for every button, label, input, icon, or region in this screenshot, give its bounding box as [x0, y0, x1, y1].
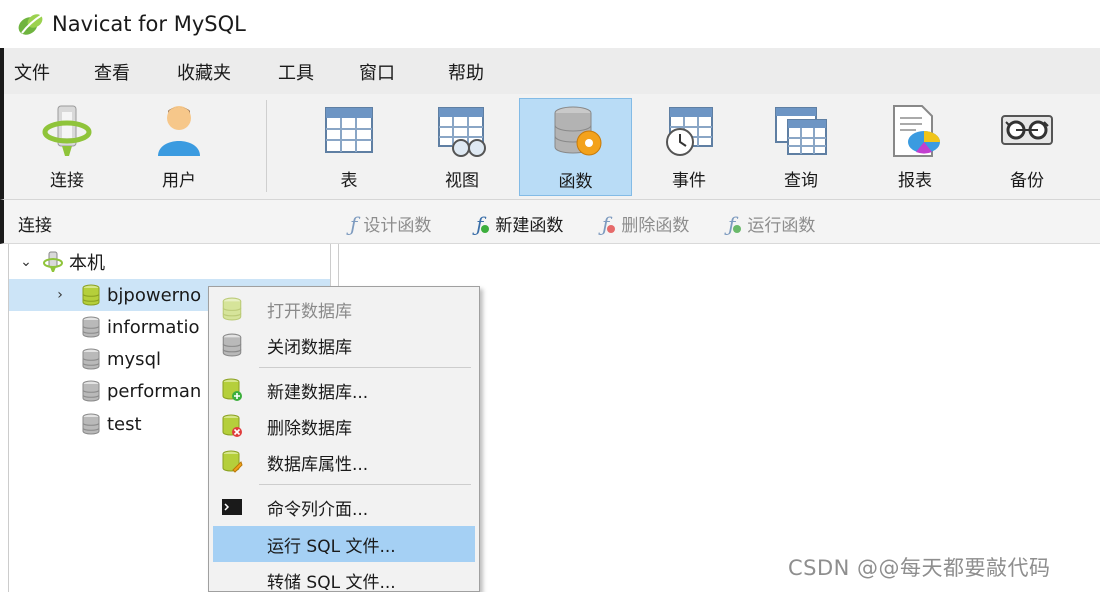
database-name: bjpowerno	[107, 284, 202, 306]
database-close-icon	[222, 333, 242, 357]
database-open-icon	[82, 284, 100, 306]
toolbar-event-label: 事件	[672, 171, 706, 191]
toolbar-table-button[interactable]: 表	[294, 98, 404, 196]
database-closed-icon	[82, 348, 100, 370]
csdn-watermark: CSDN @@每天都要敲代码	[788, 556, 1051, 580]
menu-item-delete-database[interactable]: 删除数据库	[213, 408, 475, 444]
toolbar-user-button[interactable]: 用户	[124, 98, 234, 196]
delete-badge-icon	[607, 224, 616, 233]
menu-item-label: 关闭数据库	[267, 337, 352, 358]
menu-item-command-line[interactable]: 命令列介面...	[213, 489, 475, 525]
toolbar-table-label: 表	[340, 171, 358, 191]
toolbar-user-label: 用户	[162, 171, 196, 191]
event-icon	[666, 107, 713, 156]
menu-item-label: 删除数据库	[267, 418, 352, 439]
navicat-logo-icon	[18, 14, 43, 35]
delete-function-button[interactable]: ƒ 删除函数	[602, 211, 690, 237]
object-toolbar: 连接 ƒ 设计函数 ƒ 新建函数 ƒ 删除函数 ƒ 运行函数	[0, 200, 1100, 244]
menu-bar: 文件 查看 收藏夹 工具 窗口 帮助	[0, 48, 1100, 94]
database-name: informatio	[107, 316, 200, 338]
database-closed-icon	[82, 380, 100, 402]
function-icon	[554, 106, 601, 156]
menu-item-close-database[interactable]: 关闭数据库	[213, 327, 475, 363]
new-function-label: 新建函数	[495, 216, 564, 236]
tree-root-label: 本机	[69, 253, 105, 274]
toolbar-view-label: 视图	[445, 171, 479, 191]
function-design-icon: ƒ	[350, 211, 358, 236]
run-function-button[interactable]: ƒ 运行函数	[728, 211, 816, 237]
table-icon	[325, 107, 373, 153]
toolbar-backup-button[interactable]: 备份	[972, 98, 1082, 196]
collapse-chevron-icon[interactable]: ›	[53, 287, 67, 303]
toolbar-event-button[interactable]: 事件	[634, 98, 744, 196]
database-name: performan	[107, 380, 202, 402]
menu-separator	[259, 484, 471, 485]
menu-view[interactable]: 查看	[94, 59, 130, 85]
connection-icon	[42, 105, 92, 156]
toolbar-connection-button[interactable]: 连接	[12, 98, 122, 196]
user-icon	[158, 106, 200, 156]
toolbar-connection-label: 连接	[50, 171, 84, 191]
view-icon	[438, 107, 486, 157]
database-closed-icon	[82, 316, 100, 338]
menu-favorites[interactable]: 收藏夹	[177, 59, 231, 85]
menu-item-label: 打开数据库	[267, 301, 352, 322]
report-icon	[893, 105, 940, 157]
title-bar: Navicat for MySQL	[0, 0, 1100, 48]
menu-item-label: 新建数据库...	[267, 382, 369, 403]
toolbar-report-button[interactable]: 报表	[860, 98, 970, 196]
toolbar-report-label: 报表	[898, 171, 932, 191]
tree-root-localhost[interactable]: ⌄ 本机	[9, 246, 330, 278]
backup-icon	[1001, 115, 1053, 145]
new-function-button[interactable]: ƒ 新建函数	[476, 211, 564, 237]
database-add-icon	[222, 378, 242, 401]
connection-node-icon	[43, 251, 63, 272]
menu-item-label: 转储 SQL 文件...	[267, 572, 396, 592]
menu-item-run-sql-file[interactable]: 运行 SQL 文件...	[213, 526, 475, 562]
toolbar-separator	[266, 100, 267, 192]
run-function-label: 运行函数	[747, 216, 816, 236]
console-icon	[222, 499, 242, 515]
menu-item-open-database[interactable]: 打开数据库	[213, 291, 475, 327]
toolbar-query-label: 查询	[784, 171, 818, 191]
menu-item-database-properties[interactable]: 数据库属性...	[213, 444, 475, 480]
database-delete-icon	[222, 414, 242, 437]
toolbar-backup-label: 备份	[1010, 171, 1044, 191]
toolbar-function-label: 函数	[558, 172, 593, 192]
database-closed-icon	[82, 413, 100, 435]
database-name: mysql	[107, 348, 161, 370]
delete-function-label: 删除函数	[621, 216, 690, 236]
menu-item-label: 数据库属性...	[267, 454, 369, 475]
database-open-icon	[222, 297, 242, 321]
menu-item-label: 命令列介面...	[267, 499, 369, 520]
menu-window[interactable]: 窗口	[359, 59, 395, 85]
add-badge-icon	[481, 224, 490, 233]
main-toolbar: 连接 用户 表 视图 函数 事件 查询 报表 备份	[0, 94, 1100, 200]
connection-panel-title: 连接	[18, 216, 52, 236]
expand-chevron-icon[interactable]: ⌄	[19, 254, 33, 270]
menu-file[interactable]: 文件	[14, 59, 50, 85]
menu-tools[interactable]: 工具	[278, 59, 314, 85]
database-name: test	[107, 413, 142, 435]
toolbar-function-button[interactable]: 函数	[519, 98, 632, 196]
menu-item-dump-sql-file[interactable]: 转储 SQL 文件...	[213, 562, 475, 592]
menu-item-new-database[interactable]: 新建数据库...	[213, 372, 475, 408]
menu-separator	[259, 367, 471, 368]
menu-help[interactable]: 帮助	[448, 59, 484, 85]
design-function-label: 设计函数	[363, 216, 432, 236]
database-context-menu: 打开数据库 关闭数据库 新建数据库... 删除数据库 数据库属性... 命令列介…	[208, 286, 480, 592]
menu-item-label: 运行 SQL 文件...	[267, 536, 396, 557]
toolbar-query-button[interactable]: 查询	[746, 98, 856, 196]
design-function-button[interactable]: ƒ 设计函数	[350, 211, 432, 237]
database-properties-icon	[222, 450, 243, 473]
window-title: Navicat for MySQL	[52, 12, 246, 36]
query-icon	[775, 107, 827, 155]
toolbar-view-button[interactable]: 视图	[407, 98, 517, 196]
run-badge-icon	[733, 224, 742, 233]
